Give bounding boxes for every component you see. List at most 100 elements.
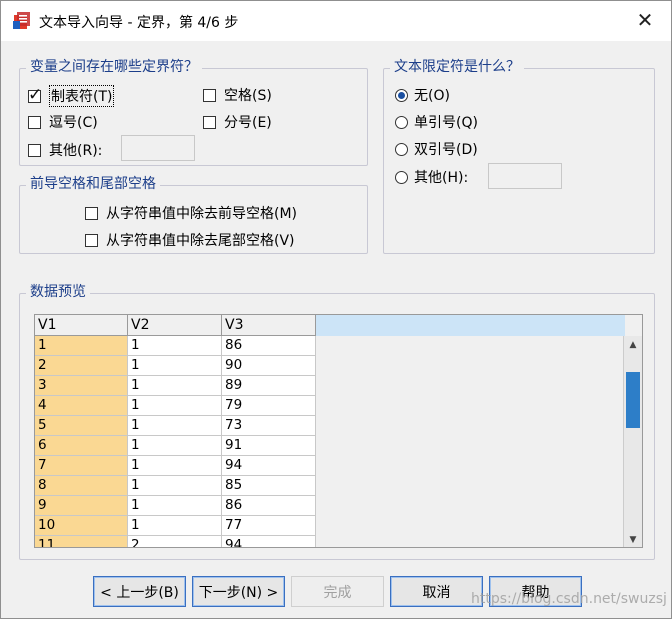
- table-row[interactable]: 4 1 79: [35, 396, 316, 416]
- grid-cell-v1[interactable]: 11: [35, 536, 128, 547]
- space-checkbox-box[interactable]: [203, 88, 216, 102]
- grid-cell-v3[interactable]: 73: [222, 416, 316, 436]
- table-row[interactable]: 9 1 86: [35, 496, 316, 516]
- table-row[interactable]: 2 1 90: [35, 356, 316, 376]
- grid-cell-v1[interactable]: 1: [35, 336, 128, 356]
- dialog-window: 文本导入向导 - 定界，第 4/6 步 ✕ 变量之间存在哪些定界符？ 制表符(T…: [0, 0, 672, 619]
- grid-cell-v1[interactable]: 2: [35, 356, 128, 376]
- table-row[interactable]: 5 1 73: [35, 416, 316, 436]
- grid-cell-v1[interactable]: 3: [35, 376, 128, 396]
- grid-cell-v2[interactable]: 1: [128, 356, 222, 376]
- strip-trailing-checkbox-box[interactable]: [85, 233, 98, 247]
- table-row[interactable]: 7 1 94: [35, 456, 316, 476]
- grid-cell-v1[interactable]: 7: [35, 456, 128, 476]
- vertical-scrollbar[interactable]: ▲ ▼: [623, 336, 642, 547]
- grid-cell-v3[interactable]: 94: [222, 536, 316, 547]
- qualifier-other-radio[interactable]: 其他(H):: [395, 167, 468, 187]
- grid-cell-v3[interactable]: 90: [222, 356, 316, 376]
- grid-cell-v2[interactable]: 1: [128, 476, 222, 496]
- table-row[interactable]: 11 2 94: [35, 536, 316, 547]
- grid-cell-v1[interactable]: 5: [35, 416, 128, 436]
- grid-cell-v3[interactable]: 86: [222, 336, 316, 356]
- spss-app-icon: [13, 12, 30, 29]
- strip-leading-label: 从字符串值中除去前导空格(M): [106, 206, 298, 222]
- grid-cell-v1[interactable]: 10: [35, 516, 128, 536]
- qualifier-none-radio[interactable]: 无(O): [395, 85, 450, 105]
- tab-delimiter-checkbox[interactable]: 制表符(T): [28, 85, 115, 107]
- window-title: 文本导入向导 - 定界，第 4/6 步: [39, 15, 239, 31]
- grid-cell-v2[interactable]: 1: [128, 456, 222, 476]
- column-header-v1[interactable]: V1: [35, 315, 128, 336]
- grid-cell-v2[interactable]: 1: [128, 516, 222, 536]
- grid-body: 1 1 86 2 1 90 3 1 89 4 1 79 5 1 73 6 1 91 7 1 94 8 1 85 9 1 86 10 1 7…: [35, 336, 316, 547]
- comma-checkbox-box[interactable]: [28, 115, 41, 129]
- comma-delimiter-checkbox[interactable]: 逗号(C): [28, 112, 98, 132]
- spaces-group-title: 前导空格和尾部空格: [26, 175, 160, 193]
- grid-cell-v2[interactable]: 1: [128, 376, 222, 396]
- strip-trailing-spaces-checkbox[interactable]: 从字符串值中除去尾部空格(V): [85, 230, 295, 250]
- other-delimiter-checkbox[interactable]: 其他(R):: [28, 140, 102, 160]
- table-row[interactable]: 10 1 77: [35, 516, 316, 536]
- qualifier-none-label: 无(O): [414, 88, 450, 104]
- qualifier-double-radio-dot[interactable]: [395, 142, 408, 156]
- back-button[interactable]: < 上一步(B): [93, 576, 186, 607]
- qualifier-group-title: 文本限定符是什么？: [390, 58, 524, 76]
- scrollbar-thumb[interactable]: [626, 372, 640, 428]
- grid-cell-v1[interactable]: 6: [35, 436, 128, 456]
- grid-cell-v2[interactable]: 1: [128, 436, 222, 456]
- other-delimiter-label: 其他(R):: [49, 143, 103, 159]
- next-button[interactable]: 下一步(N) >: [192, 576, 285, 607]
- grid-cell-v1[interactable]: 9: [35, 496, 128, 516]
- table-row[interactable]: 3 1 89: [35, 376, 316, 396]
- qualifier-other-label: 其他(H):: [414, 170, 469, 186]
- semicolon-delimiter-checkbox[interactable]: 分号(E): [203, 112, 272, 132]
- semicolon-delimiter-label: 分号(E): [224, 115, 272, 131]
- qualifier-other-input: [488, 163, 562, 189]
- data-preview-grid[interactable]: V1 V2 V3 1 1 86 2 1 90 3 1 89 4 1 79 5 1 73 6 1 91 7 1 94 8 1 8…: [34, 314, 643, 548]
- scroll-down-icon[interactable]: ▼: [625, 532, 641, 547]
- qualifier-double-quote-radio[interactable]: 双引号(D): [395, 139, 478, 159]
- qualifier-single-label: 单引号(Q): [414, 115, 478, 131]
- close-button[interactable]: ✕: [627, 5, 663, 35]
- grid-cell-v3[interactable]: 85: [222, 476, 316, 496]
- grid-cell-v2[interactable]: 1: [128, 396, 222, 416]
- grid-cell-v3[interactable]: 79: [222, 396, 316, 416]
- qualifier-single-radio-dot[interactable]: [395, 115, 408, 129]
- other-checkbox-box[interactable]: [28, 143, 41, 157]
- column-header-v3[interactable]: V3: [222, 315, 316, 336]
- grid-cell-v2[interactable]: 2: [128, 536, 222, 547]
- grid-cell-v3[interactable]: 94: [222, 456, 316, 476]
- tab-checkbox-box[interactable]: [28, 85, 42, 105]
- qualifier-none-radio-dot[interactable]: [395, 88, 408, 102]
- scroll-up-icon[interactable]: ▲: [625, 337, 641, 353]
- strip-leading-checkbox-box[interactable]: [85, 206, 98, 220]
- grid-cell-v3[interactable]: 89: [222, 376, 316, 396]
- grid-cell-v3[interactable]: 86: [222, 496, 316, 516]
- delimiters-group-title: 变量之间存在哪些定界符？: [26, 58, 202, 76]
- header-empty-area: [316, 315, 625, 336]
- preview-group-title: 数据预览: [26, 283, 90, 301]
- space-delimiter-checkbox[interactable]: 空格(S): [203, 85, 272, 105]
- column-header-v2[interactable]: V2: [128, 315, 222, 336]
- grid-cell-v1[interactable]: 4: [35, 396, 128, 416]
- grid-header-row: V1 V2 V3: [35, 315, 316, 336]
- grid-cell-v2[interactable]: 1: [128, 416, 222, 436]
- strip-leading-spaces-checkbox[interactable]: 从字符串值中除去前导空格(M): [85, 203, 297, 223]
- table-row[interactable]: 6 1 91: [35, 436, 316, 456]
- close-icon: ✕: [636, 8, 654, 32]
- qualifier-single-quote-radio[interactable]: 单引号(Q): [395, 112, 478, 132]
- comma-delimiter-label: 逗号(C): [49, 115, 98, 131]
- qualifier-other-radio-dot[interactable]: [395, 170, 408, 184]
- grid-cell-v3[interactable]: 91: [222, 436, 316, 456]
- grid-cell-v1[interactable]: 8: [35, 476, 128, 496]
- strip-trailing-label: 从字符串值中除去尾部空格(V): [106, 233, 295, 249]
- grid-cell-v2[interactable]: 1: [128, 336, 222, 356]
- semicolon-checkbox-box[interactable]: [203, 115, 216, 129]
- title-bar: 文本导入向导 - 定界，第 4/6 步 ✕: [1, 1, 671, 41]
- finish-button: 完成: [291, 576, 384, 607]
- grid-cell-v3[interactable]: 77: [222, 516, 316, 536]
- table-row[interactable]: 1 1 86: [35, 336, 316, 356]
- cancel-button[interactable]: 取消: [390, 576, 483, 607]
- grid-cell-v2[interactable]: 1: [128, 496, 222, 516]
- table-row[interactable]: 8 1 85: [35, 476, 316, 496]
